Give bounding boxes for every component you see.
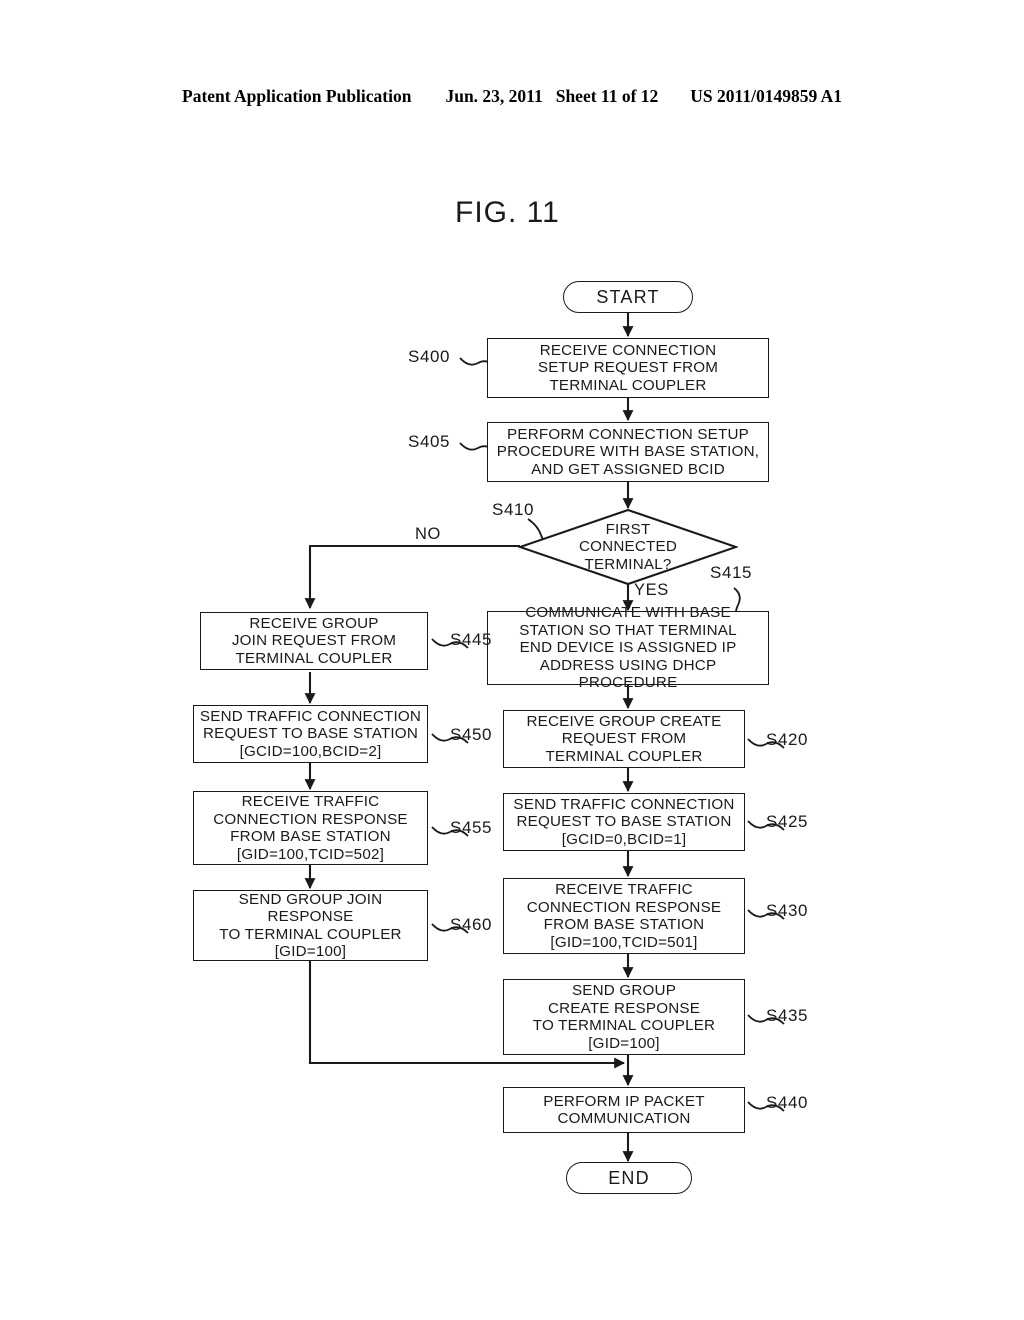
flow-end-label: END <box>608 1167 650 1188</box>
publication-header: Patent Application Publication Jun. 23, 2… <box>0 86 1024 107</box>
flow-start-label: START <box>596 286 660 307</box>
flow-step-s435-text: SEND GROUP CREATE RESPONSE TO TERMINAL C… <box>533 982 715 1052</box>
text-line: RECEIVE TRAFFIC <box>555 881 693 898</box>
flow-end-terminal: END <box>566 1162 692 1194</box>
branch-label-yes: YES <box>634 581 669 599</box>
text-line: COMMUNICATION <box>557 1110 691 1127</box>
text-line: TO TERMINAL COUPLER <box>219 925 402 943</box>
flow-step-s430: RECEIVE TRAFFIC CONNECTION RESPONSE FROM… <box>503 878 745 954</box>
text-line: CONNECTION RESPONSE <box>213 810 408 828</box>
flow-step-s450-text: SEND TRAFFIC CONNECTION REQUEST TO BASE … <box>200 708 421 761</box>
text-line: [GCID=0,BCID=1] <box>561 830 687 848</box>
flow-step-s440: PERFORM IP PACKET COMMUNICATION <box>503 1087 745 1133</box>
flow-step-s415: COMMUNICATE WITH BASE STATION SO THAT TE… <box>487 604 769 691</box>
text-line: [GID=100,TCID=501] <box>550 933 698 951</box>
text-line: SEND TRAFFIC CONNECTION <box>199 707 422 725</box>
step-ref-s415: S415 <box>710 563 753 582</box>
text-line: RECEIVE GROUP CREATE <box>526 712 722 730</box>
text-line: [GID=100,TCID=502] <box>236 845 385 863</box>
flow-step-s425-text: SEND TRAFFIC CONNECTION REQUEST TO BASE … <box>513 796 734 849</box>
text-line: AND GET ASSIGNED BCID <box>531 460 725 478</box>
flow-step-s445-text: RECEIVE GROUP JOIN REQUEST FROM TERMINAL… <box>232 615 396 668</box>
flow-decision-s410: FIRST CONNECTED TERMINAL? <box>516 508 740 586</box>
flow-step-s440-text: PERFORM IP PACKET COMMUNICATION <box>543 1093 705 1128</box>
text-line: SEND GROUP JOIN <box>238 890 383 908</box>
text-line: TERMINAL COUPLER <box>235 649 393 667</box>
header-sheet-text: Sheet 11 of 12 <box>555 86 659 106</box>
text-line: PERFORM CONNECTION SETUP <box>507 425 749 443</box>
text-line: [GID=100] <box>588 1034 660 1052</box>
text-line: FROM BASE STATION <box>543 916 705 933</box>
figure-title: FIG. 11 <box>455 196 560 229</box>
text-line: TERMINAL COUPLER <box>549 376 707 394</box>
step-ref-s455: S455 <box>450 818 493 837</box>
text-line: RESPONSE <box>267 908 354 925</box>
text-line: REQUEST TO BASE STATION <box>202 725 418 743</box>
flow-step-s435: SEND GROUP CREATE RESPONSE TO TERMINAL C… <box>503 979 745 1055</box>
text-line: COMMUNICATE WITH BASE <box>525 604 731 622</box>
flow-step-s430-text: RECEIVE TRAFFIC CONNECTION RESPONSE FROM… <box>527 881 722 951</box>
text-line: RECEIVE CONNECTION <box>539 341 717 359</box>
patent-figure-page: Patent Application Publication Jun. 23, 2… <box>0 0 1024 1320</box>
text-line: CONNECTION RESPONSE <box>526 898 722 916</box>
flow-step-s400: RECEIVE CONNECTION SETUP REQUEST FROM TE… <box>487 338 769 398</box>
text-line: FIRST <box>605 520 651 538</box>
text-line: RECEIVE TRAFFIC <box>241 793 380 810</box>
step-ref-s450: S450 <box>450 725 493 744</box>
flow-step-s415-text: COMMUNICATE WITH BASE STATION SO THAT TE… <box>491 604 765 692</box>
text-line: FROM BASE STATION <box>230 828 391 845</box>
text-line: JOIN REQUEST FROM <box>231 632 397 650</box>
flow-step-s405-text: PERFORM CONNECTION SETUP PROCEDURE WITH … <box>497 426 759 479</box>
step-ref-s460: S460 <box>450 915 493 934</box>
text-line: ADDRESS USING DHCP PROCEDURE <box>539 656 717 692</box>
flow-step-s405: PERFORM CONNECTION SETUP PROCEDURE WITH … <box>487 422 769 482</box>
flow-step-s460: SEND GROUP JOIN RESPONSE TO TERMINAL COU… <box>193 890 428 961</box>
text-line: PROCEDURE WITH BASE STATION, <box>496 443 760 461</box>
text-line: REQUEST FROM <box>561 730 687 748</box>
step-ref-s435: S435 <box>766 1006 809 1025</box>
text-line: TO TERMINAL COUPLER <box>532 1017 716 1034</box>
flow-step-s455-text: RECEIVE TRAFFIC CONNECTION RESPONSE FROM… <box>213 793 408 863</box>
text-line: SEND TRAFFIC CONNECTION <box>513 795 735 813</box>
text-line: STATION SO THAT TERMINAL <box>519 621 737 639</box>
flow-start-terminal: START <box>563 281 693 313</box>
text-line: END DEVICE IS ASSIGNED IP <box>519 639 737 657</box>
text-line: SETUP REQUEST FROM <box>537 359 719 377</box>
flow-step-s400-text: RECEIVE CONNECTION SETUP REQUEST FROM TE… <box>538 342 718 395</box>
text-line: CONNECTED <box>579 538 677 556</box>
header-publication-text: Patent Application Publication <box>182 86 412 106</box>
flow-step-s425: SEND TRAFFIC CONNECTION REQUEST TO BASE … <box>503 793 745 851</box>
flow-step-s460-text: SEND GROUP JOIN RESPONSE TO TERMINAL COU… <box>219 891 401 961</box>
branch-label-no: NO <box>415 525 441 543</box>
step-ref-s440: S440 <box>766 1093 809 1112</box>
text-line: PERFORM IP PACKET <box>543 1092 705 1110</box>
step-ref-s420: S420 <box>766 730 809 749</box>
text-line: [GID=100] <box>274 943 347 960</box>
flow-step-s455: RECEIVE TRAFFIC CONNECTION RESPONSE FROM… <box>193 791 428 865</box>
step-ref-s410: S410 <box>492 500 535 519</box>
text-line: RECEIVE GROUP <box>249 614 379 632</box>
flow-step-s445: RECEIVE GROUP JOIN REQUEST FROM TERMINAL… <box>200 612 428 670</box>
header-patent-number: US 2011/0149859 A1 <box>690 86 842 106</box>
text-line: REQUEST TO BASE STATION <box>516 813 732 831</box>
text-line: SEND GROUP <box>571 982 677 999</box>
header-date-text: Jun. 23, 2011 <box>445 86 543 106</box>
step-ref-s425: S425 <box>766 812 809 831</box>
flow-step-s420: RECEIVE GROUP CREATE REQUEST FROM TERMIN… <box>503 710 745 768</box>
text-line: CREATE RESPONSE <box>547 999 701 1017</box>
step-ref-s430: S430 <box>766 901 809 920</box>
text-line: [GCID=100,BCID=2] <box>239 742 382 760</box>
flow-step-s450: SEND TRAFFIC CONNECTION REQUEST TO BASE … <box>193 705 428 763</box>
step-ref-s405: S405 <box>408 432 451 451</box>
step-ref-s400: S400 <box>408 347 451 366</box>
flow-step-s420-text: RECEIVE GROUP CREATE REQUEST FROM TERMIN… <box>526 713 721 766</box>
step-ref-s445: S445 <box>450 630 493 649</box>
text-line: TERMINAL COUPLER <box>545 747 703 765</box>
flow-decision-s410-text: FIRST CONNECTED TERMINAL? <box>518 508 738 586</box>
text-line: TERMINAL? <box>584 555 672 573</box>
